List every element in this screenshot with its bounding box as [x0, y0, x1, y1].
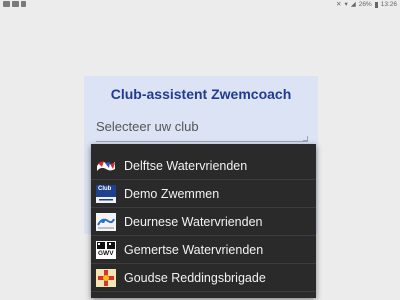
- spinner-arrow-icon[interactable]: [303, 136, 308, 141]
- dropdown-item-delftse[interactable]: Delftse Watervrienden: [91, 152, 316, 180]
- screenshot-icon: [12, 1, 19, 7]
- dropdown-item-deurnese[interactable]: Deurnese Watervrienden: [91, 208, 316, 236]
- battery-percent: 26%: [358, 1, 372, 8]
- demo-logo-text: Club: [98, 186, 112, 192]
- club-dropdown-list[interactable]: Delftse Watervrienden Club Demo Zwemmen …: [91, 144, 316, 298]
- dropdown-item-label: Demo Zwemmen: [124, 187, 220, 201]
- signal-icon: ◢: [350, 1, 356, 8]
- dropdown-item-goudse[interactable]: Goudse Reddingsbrigade: [91, 264, 316, 292]
- dropdown-overflow: [91, 294, 316, 298]
- mute-icon: ✕: [335, 1, 342, 8]
- status-bar: ✕ ▾ ◢ 26% 13:26: [0, 0, 400, 9]
- dropdown-item-label: Gemertse Watervrienden: [124, 243, 264, 257]
- dwv-logo-icon: [96, 157, 116, 175]
- dropdown-item-label: Deurnese Watervrienden: [124, 215, 263, 229]
- select-underline: [96, 141, 308, 142]
- gallery-icon: [3, 1, 10, 7]
- dropdown-item-label: Delftse Watervrienden: [124, 159, 248, 173]
- wifi-icon: ▾: [344, 1, 348, 8]
- demo-club-logo-icon: Club: [96, 185, 116, 203]
- select-club-label[interactable]: Selecteer uw club: [96, 119, 199, 134]
- dropdown-item-label: Goudse Reddingsbrigade: [124, 271, 266, 285]
- dropdown-item-demo[interactable]: Club Demo Zwemmen: [91, 180, 316, 208]
- status-left: [3, 1, 26, 7]
- dropdown-item-gemertse[interactable]: GWV Gemertse Watervrienden: [91, 236, 316, 264]
- dialog-title: Club-assistent Zwemcoach: [110, 86, 292, 102]
- gouda-logo-icon: [96, 269, 116, 287]
- clock: 13:26: [380, 1, 397, 8]
- status-right: ✕ ▾ ◢ 26% 13:26: [336, 0, 397, 9]
- battery-icon: [374, 1, 378, 8]
- gemert-logo-icon: GWV: [96, 241, 116, 259]
- gemert-logo-text: GWV: [98, 250, 114, 257]
- deurne-logo-icon: [96, 213, 116, 231]
- download-icon: [21, 1, 26, 7]
